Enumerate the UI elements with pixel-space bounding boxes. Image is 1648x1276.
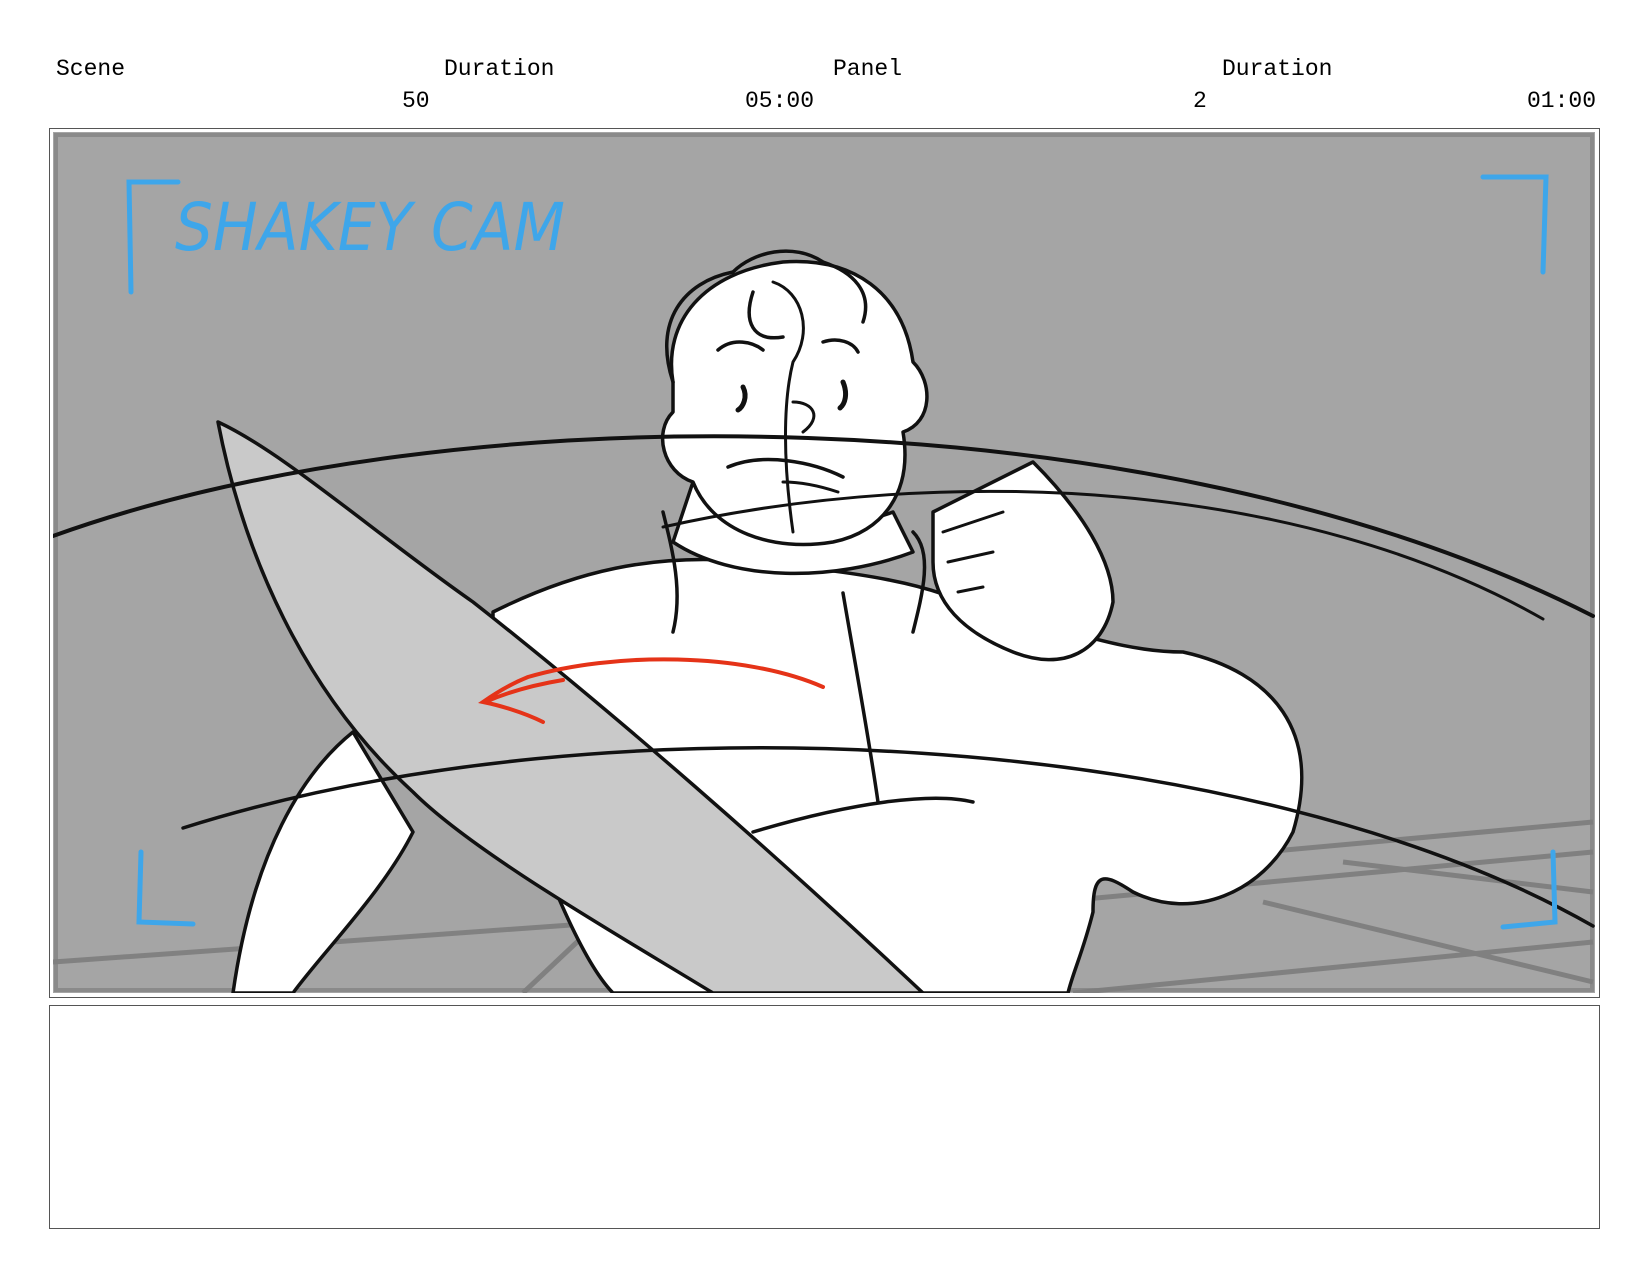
scene-duration-label: Duration [444, 56, 555, 82]
scene-duration-value: 05:00 [745, 88, 815, 114]
scene-number: 50 [402, 88, 430, 114]
panel-label: Panel [833, 56, 903, 82]
storyboard-sketch: SHAKEY CAM [53, 132, 1595, 993]
panel-number: 2 [1193, 88, 1207, 114]
panel-duration-value: 01:00 [1526, 88, 1596, 114]
panel-duration-label: Duration [1222, 56, 1333, 82]
panel-notes-box[interactable] [49, 1005, 1600, 1229]
storyboard-panel-frame: SHAKEY CAM [49, 128, 1600, 998]
scene-label: Scene [56, 56, 126, 82]
camera-annotation: SHAKEY CAM [175, 189, 565, 266]
